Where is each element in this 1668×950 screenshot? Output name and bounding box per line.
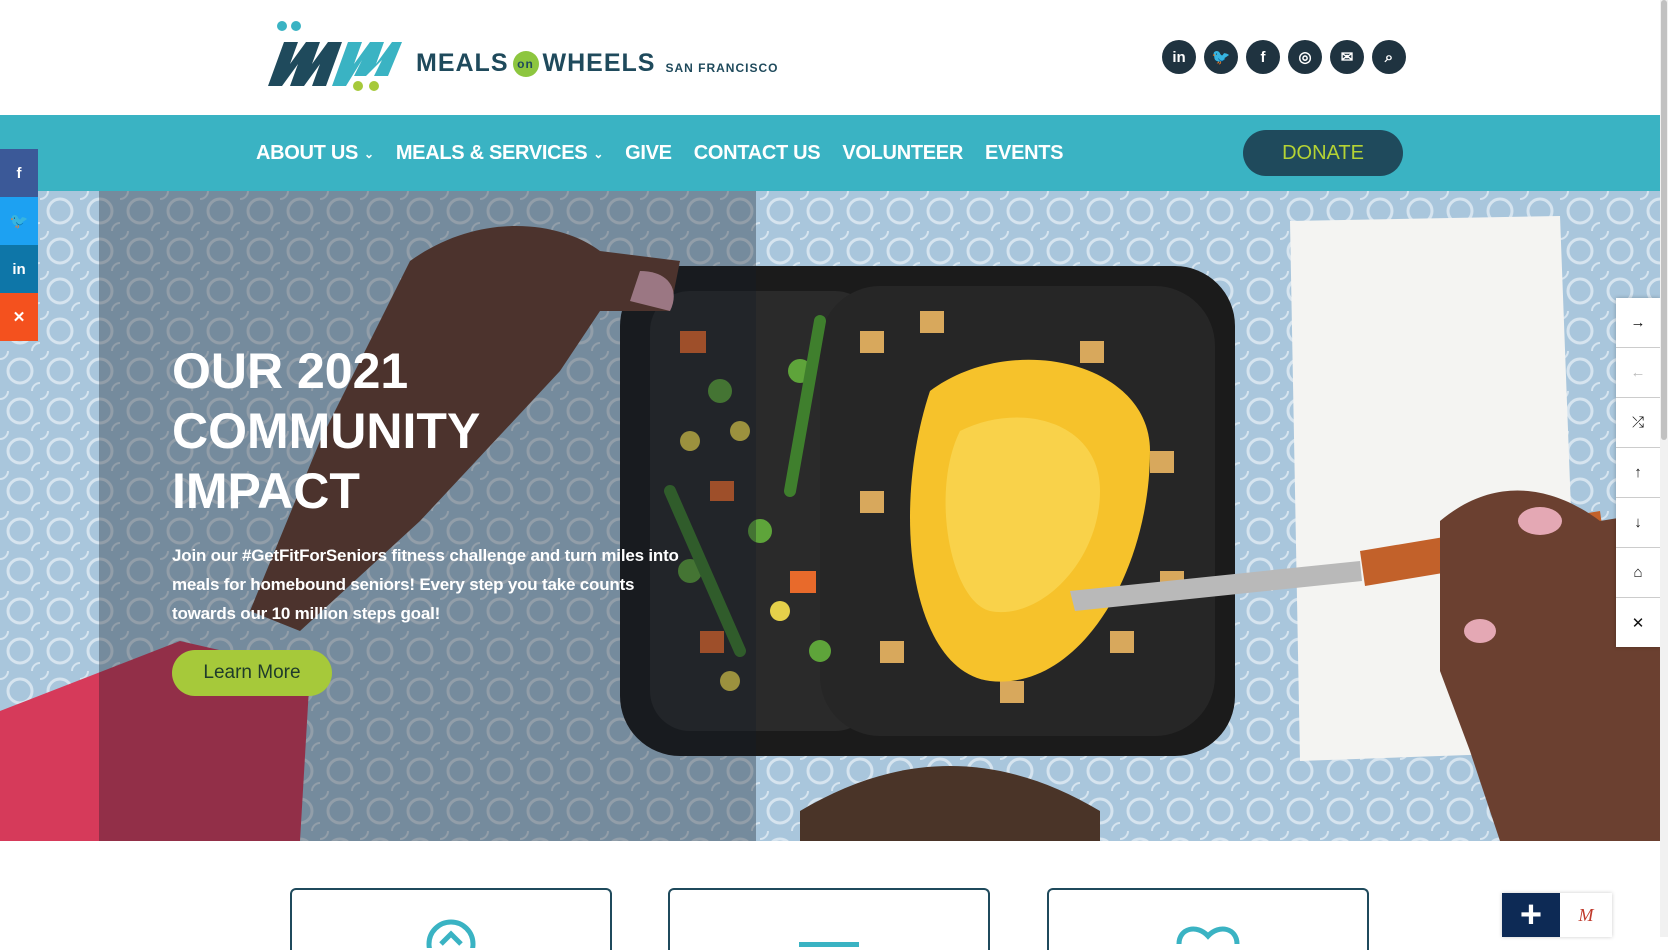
logo-word-on: on (512, 50, 539, 77)
hero-description: Join our #GetFitForSeniors fitness chall… (172, 546, 679, 623)
scrollbar-thumb[interactable] (1661, 0, 1667, 440)
plus-icon[interactable]: + (1502, 893, 1560, 937)
logo-mark-icon (268, 21, 402, 91)
nav-item-meals-services[interactable]: MEALS & SERVICES ⌄ (395, 141, 604, 165)
donate-button[interactable]: DONATE (1243, 130, 1403, 176)
chevron-down-icon: ⌄ (593, 147, 604, 161)
linkedin-icon[interactable]: in (0, 245, 38, 293)
logo-word-wheels: WHEELS (542, 49, 656, 77)
nav-item-volunteer[interactable]: VOLUNTEER (842, 142, 963, 165)
arrow-left-icon[interactable]: ← (1616, 348, 1660, 398)
main-nav: ABOUT US ⌄ MEALS & SERVICES ⌄ GIVE CONTA… (0, 115, 1660, 191)
nav-item-about-us[interactable]: ABOUT US ⌄ (256, 142, 374, 165)
accessibility-widget[interactable]: + M (1502, 893, 1612, 937)
feature-card[interactable] (1047, 888, 1369, 950)
feature-card[interactable] (668, 888, 990, 950)
nav-item-label: MEALS & SERVICES (395, 141, 588, 164)
hero-title: OUR 2021 COMMUNITY IMPACT (172, 341, 692, 521)
hero-title-line-2: COMMUNITY (172, 403, 481, 459)
logo-word-meals: MEALS (416, 49, 509, 77)
share-sidebar: f 🐦 in ✕ (0, 149, 38, 341)
home-icon[interactable]: ⌂ (1616, 548, 1660, 598)
twitter-icon[interactable]: 🐦 (1204, 40, 1238, 74)
arrow-up-icon[interactable]: ↑ (1616, 448, 1660, 498)
heart-icon (1176, 926, 1240, 945)
nav-item-contact-us[interactable]: CONTACT US (694, 142, 821, 165)
site-logo[interactable]: MEALS on WHEELS SAN FRANCISCO (262, 20, 778, 92)
hero-section: OUR 2021 COMMUNITY IMPACT Join our #GetF… (0, 191, 1660, 841)
feature-card[interactable] (290, 888, 612, 950)
page-navigation-controls: → ← ⤮ ↑ ↓ ⌂ ✕ (1616, 298, 1660, 647)
logo-location: SAN FRANCISCO (665, 60, 779, 75)
hero-title-line-3: IMPACT (172, 463, 360, 519)
nav-item-give[interactable]: GIVE (625, 142, 672, 165)
linkedin-icon[interactable]: in (1162, 40, 1196, 74)
arrow-down-icon[interactable]: ↓ (1616, 498, 1660, 548)
learn-more-button[interactable]: Learn More (172, 650, 332, 696)
menu-lines-icon (799, 942, 859, 947)
email-icon[interactable]: ✉ (1330, 40, 1364, 74)
instagram-icon[interactable]: ◎ (1288, 40, 1322, 74)
close-icon[interactable]: ✕ (1616, 598, 1660, 647)
page-scrollbar[interactable] (1660, 0, 1668, 937)
nav-item-label: ABOUT US (256, 141, 359, 164)
search-icon[interactable]: ⌕ (1372, 40, 1406, 74)
arrow-right-icon[interactable]: → (1616, 298, 1660, 348)
nav-item-events[interactable]: EVENTS (985, 142, 1064, 165)
close-icon[interactable]: ✕ (0, 293, 38, 341)
logo-text: MEALS on WHEELS SAN FRANCISCO (416, 49, 778, 78)
house-heart-icon (426, 919, 476, 948)
shuffle-icon[interactable]: ⤮ (1616, 398, 1660, 448)
social-links: in 🐦 f ◎ ✉ ⌕ (1162, 40, 1406, 74)
widget-logo-icon: M (1560, 893, 1612, 937)
nav-items: ABOUT US ⌄ MEALS & SERVICES ⌄ GIVE CONTA… (256, 115, 1064, 191)
chevron-down-icon: ⌄ (364, 147, 374, 161)
facebook-icon[interactable]: f (0, 149, 38, 197)
hero-title-line-1: OUR 2021 (172, 343, 409, 399)
site-header: MEALS on WHEELS SAN FRANCISCO in 🐦 f ◎ ✉… (0, 0, 1660, 115)
facebook-icon[interactable]: f (1246, 40, 1280, 74)
twitter-icon[interactable]: 🐦 (0, 197, 38, 245)
